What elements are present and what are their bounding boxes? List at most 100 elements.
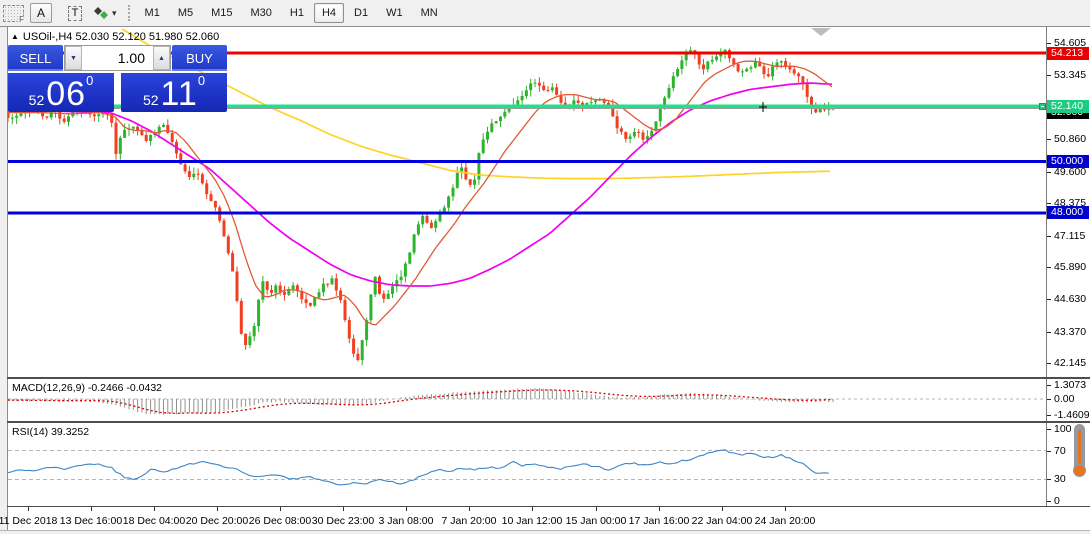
date-tick — [343, 507, 344, 511]
axis-tick — [1047, 172, 1051, 173]
axis-tick — [1047, 451, 1051, 452]
price-axis-label: 53.345 — [1054, 69, 1086, 81]
price-axis-label: 47.115 — [1054, 230, 1085, 242]
price-badge-50.000: 50.000 — [1047, 155, 1089, 168]
toolbar-grip — [128, 5, 130, 21]
timeframe-button-m1[interactable]: M1 — [137, 3, 168, 23]
price-axis-label: 100 — [1054, 423, 1072, 435]
date-axis-label: 17 Jan 16:00 — [629, 515, 690, 527]
price-axis-label: 43.370 — [1054, 326, 1086, 338]
ohlc-values: 52.030 52.120 51.980 52.060 — [76, 31, 220, 43]
timeframe-button-m5[interactable]: M5 — [170, 3, 201, 23]
price-axis-label: 70 — [1054, 445, 1066, 457]
timeframe-button-m30[interactable]: M30 — [243, 3, 280, 23]
date-tick — [659, 507, 660, 511]
macd-indicator-label: MACD(12,26,9) -0.2466 -0.0432 — [12, 382, 162, 394]
date-tick — [28, 507, 29, 511]
price-line-handle[interactable] — [1039, 103, 1046, 110]
axis-tick — [1047, 363, 1051, 364]
date-axis-label: 10 Jan 12:00 — [502, 515, 563, 527]
timeframe-button-h1[interactable]: H1 — [282, 3, 312, 23]
buy-price-panel[interactable]: 52110 — [121, 73, 227, 112]
one-click-trading-widget: SELL ▼ ▲ BUY 52060 52110 — [8, 45, 227, 112]
timeframe-button-h4[interactable]: H4 — [314, 3, 344, 23]
price-axis-label: -1.4609 — [1054, 409, 1090, 421]
axis-tick — [1047, 385, 1051, 386]
axis-tick — [1047, 399, 1051, 400]
text-label-tool-button[interactable]: A — [30, 3, 52, 23]
axis-tick — [1047, 75, 1051, 76]
volume-decrease-button[interactable]: ▼ — [65, 46, 82, 70]
price-axis-label: 45.890 — [1054, 261, 1086, 273]
date-tick — [785, 507, 786, 511]
price-axis-label: 0.00 — [1054, 393, 1074, 405]
axis-tick — [1047, 415, 1051, 416]
axis-tick — [1047, 429, 1051, 430]
date-axis-label: 18 Dec 04:00 — [123, 515, 185, 527]
buy-button[interactable]: BUY — [172, 45, 227, 71]
date-axis-label: 22 Jan 04:00 — [692, 515, 753, 527]
axis-tick — [1047, 479, 1051, 480]
price-axis-label: 1.3073 — [1054, 379, 1086, 391]
axis-tick — [1047, 299, 1051, 300]
trading-terminal: F A T ▾ M1M5M15M30H1H4D1W1MN ▲ USOil-,H4 … — [0, 0, 1090, 534]
sell-price-panel[interactable]: 52060 — [8, 73, 114, 112]
date-axis-label: 11 Dec 2018 — [0, 515, 57, 527]
rsi-indicator-label: RSI(14) 39.3252 — [12, 426, 89, 438]
axis-tick — [1047, 203, 1051, 204]
price-axis-label: 30 — [1054, 473, 1066, 485]
sell-button[interactable]: SELL — [8, 45, 63, 71]
marquee-f-icon[interactable]: F — [3, 5, 24, 22]
date-axis-label: 13 Dec 16:00 — [60, 515, 122, 527]
axis-tick — [1047, 139, 1051, 140]
date-tick — [596, 507, 597, 511]
timeframe-bar: M1M5M15M30H1H4D1W1MN — [136, 3, 447, 23]
date-axis-label: 20 Dec 20:00 — [186, 515, 248, 527]
price-axis-label: 0 — [1054, 495, 1060, 507]
rsi-pane-canvas[interactable] — [8, 423, 1046, 506]
timeframe-button-mn[interactable]: MN — [413, 3, 446, 23]
date-tick — [722, 507, 723, 511]
price-axis-label: 50.860 — [1054, 133, 1086, 145]
chevron-down-icon: ▾ — [112, 8, 117, 19]
status-bar — [0, 530, 1090, 534]
date-tick — [532, 507, 533, 511]
price-axis-label: 44.630 — [1054, 293, 1086, 305]
date-tick — [217, 507, 218, 511]
text-tool-button[interactable]: T — [64, 3, 86, 23]
date-axis-label: 24 Jan 20:00 — [755, 515, 816, 527]
spinner-up-icon: ▲ — [158, 55, 165, 62]
date-axis-label: 26 Dec 08:00 — [249, 515, 311, 527]
drawing-tools-button[interactable]: ▾ — [92, 3, 118, 23]
date-tick — [154, 507, 155, 511]
chart-shift-marker-icon[interactable] — [811, 28, 831, 36]
date-tick — [91, 507, 92, 511]
timeframe-button-d1[interactable]: D1 — [346, 3, 376, 23]
axis-tick — [1047, 332, 1051, 333]
chart-header: ▲ USOil-,H4 52.030 52.120 51.980 52.060 — [11, 31, 219, 43]
toolbar: F A T ▾ M1M5M15M30H1H4D1W1MN — [0, 0, 1090, 26]
volume-control: ▼ ▲ — [64, 45, 171, 71]
date-axis-label: 3 Jan 08:00 — [379, 515, 434, 527]
price-badge-52.140: 52.140 — [1047, 100, 1089, 113]
shapes-icon — [93, 6, 109, 20]
symbol-timeframe-label: USOil-,H4 — [23, 31, 73, 43]
date-tick — [469, 507, 470, 511]
axis-tick — [1047, 236, 1051, 237]
volume-increase-button[interactable]: ▲ — [153, 46, 170, 70]
axis-tick — [1047, 501, 1051, 502]
date-axis-label: 30 Dec 23:00 — [312, 515, 374, 527]
timeframe-button-m15[interactable]: M15 — [203, 3, 240, 23]
date-axis-label: 15 Jan 00:00 — [566, 515, 627, 527]
price-axis-label: 42.145 — [1054, 357, 1086, 369]
volume-input[interactable] — [82, 46, 153, 70]
price-badge-48.000: 48.000 — [1047, 206, 1089, 219]
price-badge-54.213: 54.213 — [1047, 47, 1089, 60]
symbol-collapse-icon[interactable]: ▲ — [11, 32, 19, 41]
date-tick — [406, 507, 407, 511]
timeframe-button-w1[interactable]: W1 — [378, 3, 411, 23]
axis-tick — [1047, 43, 1051, 44]
date-axis-separator — [7, 506, 1090, 507]
date-axis-label: 7 Jan 20:00 — [442, 515, 497, 527]
macd-pane-canvas[interactable] — [8, 379, 1046, 421]
